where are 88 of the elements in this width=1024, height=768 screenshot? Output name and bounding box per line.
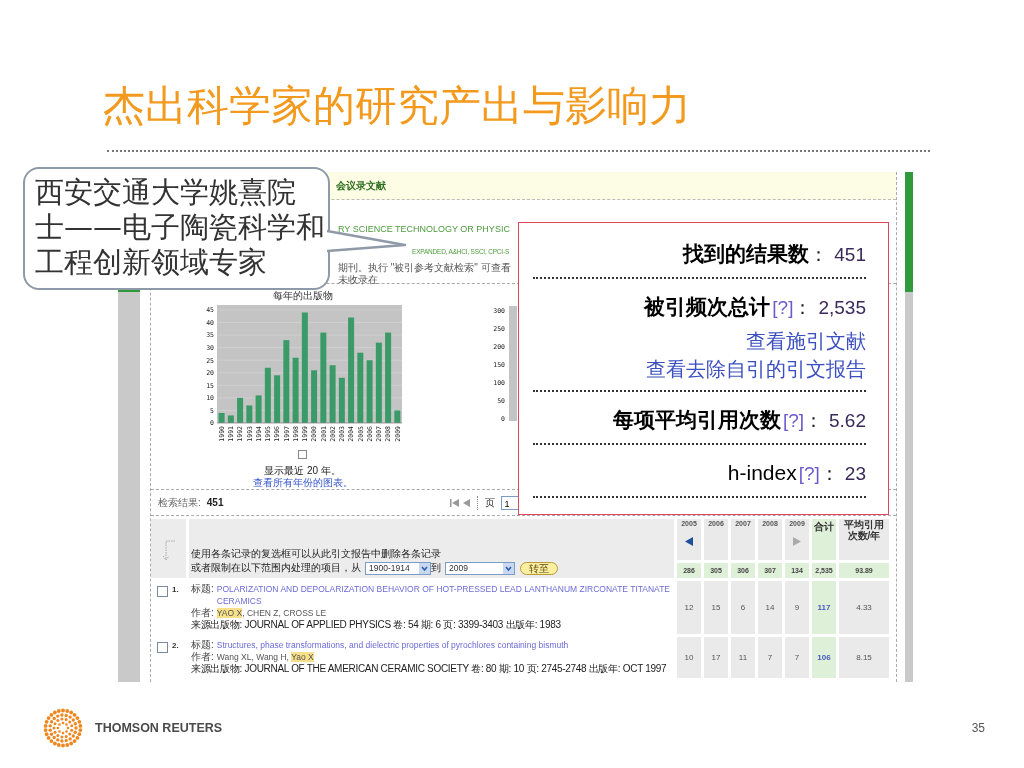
year-select[interactable]: 1900-1914 [365, 561, 431, 575]
go-button[interactable]: 转至 [520, 561, 558, 575]
page-label: 页 [485, 495, 496, 510]
record-number: 1. [172, 585, 179, 594]
column-label: 平均引用次数/年 [844, 519, 884, 541]
author-list: YAO X, CHEN Z, CROSS LE [216, 608, 327, 618]
chart-bar [237, 397, 244, 423]
note-text: 期刊。执行 "被引参考文献检索" 可查看未收录在 [338, 262, 512, 286]
slide-title: 杰出科学家的研究产出与影响力 [103, 82, 691, 130]
table-cell: 10 [677, 637, 701, 678]
total-link[interactable]: 106 [812, 637, 836, 678]
field-label: 标题: [191, 583, 214, 595]
metric-value: 5.62 [829, 409, 866, 433]
table-cell: 9 [785, 581, 809, 634]
chart-title: 每年的出版物 [272, 289, 333, 302]
total-link[interactable]: 117 [812, 581, 836, 634]
title-link[interactable]: POLARIZATION AND DEPOLARIZATION BEHAVIOR OF HOT-PRESSED LEAD LANTHANUM ZIRCONATE TITANATE CERAMICS [216, 583, 674, 607]
dropdown-icon [419, 562, 430, 574]
previous-page-icon[interactable] [462, 498, 472, 507]
metric-label: 找到的结果数 [683, 241, 810, 268]
left-arrow-icon[interactable] [685, 537, 693, 546]
table-cell: 4.33 [839, 581, 889, 634]
chart-bar [255, 395, 262, 423]
table-cell: 12 [677, 581, 701, 634]
separator-text: ： [804, 409, 823, 433]
chart-bar [264, 367, 271, 423]
source-text: 来源出版物: JOURNAL OF APPLIED PHYSICS 卷: 54 期: 6 页: 3399-3403 出版年: 1983 [191, 619, 562, 631]
metric-value: 451 [834, 243, 866, 267]
instruction-text: 使用各条记录的复选框可以从此引文报告中删除各条记录 [191, 547, 442, 560]
chart-bar [246, 405, 253, 423]
table-cell: 6 [731, 581, 755, 634]
results-label: 检索结果: [158, 495, 201, 510]
table-cell: 17 [704, 637, 728, 678]
table-cell: 14 [758, 581, 782, 634]
page-number: 35 [971, 721, 985, 735]
field-label: 作者: [191, 607, 214, 618]
checkbox[interactable] [157, 642, 168, 653]
chart-bar [366, 360, 373, 423]
arrow-down-icon [161, 540, 176, 562]
field-label: 作者: [191, 651, 214, 662]
table-cell: 7 [785, 637, 809, 678]
metric-value: 23 [844, 462, 866, 486]
chart-bar [227, 415, 234, 423]
source-text: 来源出版物: JOURNAL OF THE AMERICAN CERAMIC SOCIETY 卷: 80 期: 10 页: 2745-2748 出版年: OCT 1997 [191, 663, 668, 675]
metric-label: h-index [727, 460, 797, 486]
query-text: RY SCIENCE TECHNOLOGY OR PHYSIC [338, 224, 510, 234]
chart-bar [218, 412, 225, 423]
chart-bar [311, 370, 318, 423]
metric-label: 被引频次总计 [644, 294, 771, 321]
dropdown-icon [503, 562, 514, 574]
chart-bar [292, 357, 299, 423]
chart-bar [357, 352, 364, 423]
separator-text: ： [809, 243, 829, 267]
section-heading: 会议录文献 [336, 178, 386, 193]
author-list: Wang XL, Wang H, Yao X [216, 652, 314, 662]
chart-bar [329, 365, 336, 423]
table-cell: 15 [704, 581, 728, 634]
results-count: 451 [206, 497, 224, 508]
field-label: 标题: [191, 639, 214, 651]
range-label: 到 [431, 561, 441, 575]
metric-label: 每项平均引用次数 [612, 407, 781, 434]
report-link[interactable]: 查看去除自引的引文报告 [646, 355, 866, 383]
legend-icon [298, 450, 307, 459]
sunburst-logo [42, 707, 84, 749]
checkbox[interactable] [157, 586, 168, 597]
help-link[interactable]: [?] [772, 293, 794, 323]
record-number: 2. [172, 641, 179, 650]
metric-value: 2,535 [818, 296, 866, 320]
callout-text: 西安交通大学姚熹院 士——电子陶瓷科学和 工程创新领域专家 [35, 175, 325, 280]
help-link[interactable]: [?] [798, 459, 820, 489]
chart-bar [338, 377, 345, 423]
range-label: 或者限制在以下范围内处理的项目，从 [191, 561, 361, 575]
first-page-icon[interactable] [450, 498, 460, 507]
table-cell: 11 [731, 637, 755, 678]
column-label: 合计 [814, 520, 834, 534]
chart-link[interactable]: 查看所有年份的图表。 [252, 477, 353, 489]
chart-caption: 显示最近 20 年。 [264, 465, 341, 477]
year-select[interactable]: 2009 [445, 561, 515, 575]
separator-text: ： [819, 462, 839, 486]
help-link[interactable]: [?] [782, 406, 804, 436]
table-cell: 7 [758, 637, 782, 678]
report-link[interactable]: 查看施引文献 [746, 327, 866, 355]
brand-name: THOMSON REUTERS [95, 721, 223, 735]
chart-bar [274, 375, 281, 423]
table-cell: 8.15 [839, 637, 889, 678]
title-link[interactable]: Structures, phase transformations, and dielectric properties of pyrochlores containing bismuth [216, 639, 569, 651]
chart-bar [394, 410, 401, 423]
separator-text: ： [793, 296, 813, 320]
